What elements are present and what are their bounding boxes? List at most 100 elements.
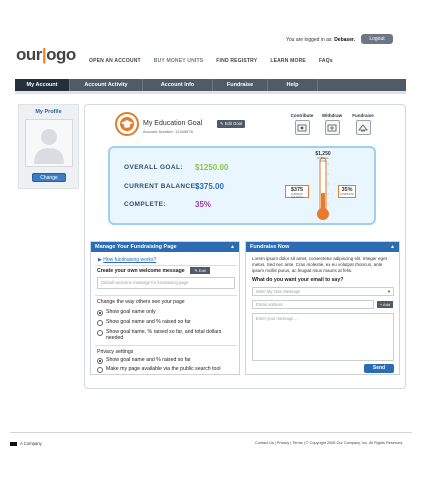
display-option-label: Show goal name only	[106, 309, 156, 315]
username: Debaser.	[334, 37, 356, 43]
divider	[95, 345, 237, 346]
edit-welcome-button[interactable]: ✎ Edit	[190, 267, 210, 274]
nav-underline	[15, 91, 406, 94]
tab-account-info[interactable]: Account Info	[143, 79, 213, 91]
display-option-goal-only[interactable]: Show goal name only	[97, 309, 237, 316]
topnav-learn-more[interactable]: LEARN MORE	[270, 58, 306, 64]
contribute-icon	[297, 124, 307, 131]
avatar	[25, 119, 73, 167]
company-name: A Company	[20, 441, 42, 446]
email-question: What do you want your email to say?	[252, 277, 344, 283]
thermometer-balance-caption: CURRENT BALANCE	[290, 193, 304, 199]
withdraw-label: Withdraw	[321, 113, 343, 118]
goal-title: My Education Goal	[143, 120, 203, 127]
display-heading: Change the way others see your page	[97, 299, 185, 305]
edit-goal-button[interactable]: ✎ Edit Goal	[217, 120, 245, 128]
current-balance-value: $375.00	[195, 182, 224, 191]
main-nav: My Account Account Activity Account Info…	[15, 79, 406, 91]
chevron-down-icon: ▼	[386, 289, 391, 294]
privacy-option-public-search[interactable]: Make my page available via the public se…	[97, 366, 237, 373]
current-balance-label: CURRENT BALANCE:	[124, 183, 198, 190]
tab-help[interactable]: Help	[268, 79, 318, 91]
thermometer-percent-caption: COMPLETE	[340, 193, 354, 196]
fundraise-now-panel: Fundraise Now ▲ Lorem ipsum dolor sit am…	[245, 241, 400, 375]
display-option-goal-percent-total[interactable]: Show goal name, % raised so far, and tot…	[97, 329, 237, 341]
fundraise-description: Lorem ipsum dolor sit amet, consectetur …	[252, 256, 387, 273]
withdraw-icon	[327, 124, 337, 131]
profile-sidebar: My Profile Change	[18, 104, 79, 189]
overall-goal-value: $1250.00	[195, 163, 229, 172]
fundraise-action[interactable]: Fundraise	[351, 113, 375, 135]
divider	[95, 265, 237, 266]
thermometer-goal-caption: OVERALL GOAL	[317, 157, 329, 163]
radio[interactable]	[97, 366, 103, 373]
add-email-button[interactable]: + Add	[377, 301, 393, 308]
footer-divider	[10, 432, 412, 433]
message-template-select[interactable]: Write My Own Message ▼	[252, 287, 394, 296]
login-status: You are logged in as: Debaser.	[286, 37, 355, 43]
account-number: Account Number: 12345678	[143, 129, 193, 134]
manage-panel-header[interactable]: Manage Your Fundraising Page ▲	[91, 242, 239, 252]
tab-my-account[interactable]: My Account	[15, 79, 70, 91]
fundraise-panel-header[interactable]: Fundraise Now ▲	[246, 242, 399, 252]
tab-fundraise[interactable]: Fundraise	[213, 79, 268, 91]
profile-title: My Profile	[35, 109, 62, 115]
select-value: Write My Own Message	[256, 289, 301, 294]
goal-icon-badge	[115, 112, 139, 136]
topnav-find-registry[interactable]: FIND REGISTRY	[216, 58, 257, 64]
logo-text-part2: ogo	[46, 45, 76, 64]
login-prefix: You are logged in as:	[286, 37, 333, 43]
manage-fundraising-panel: Manage Your Fundraising Page ▲ ▶ How fun…	[90, 241, 240, 375]
radio-selected[interactable]	[97, 309, 103, 316]
privacy-heading: Privacy settings	[97, 349, 134, 355]
privacy-option-goal-percent[interactable]: Show goal name and % raised so far	[97, 357, 237, 364]
logout-button[interactable]: Logout	[361, 34, 393, 44]
change-photo-button[interactable]: Change	[32, 173, 66, 182]
fundraise-panel-title: Fundraise Now	[250, 244, 290, 250]
welcome-message-field[interactable]: Default welcome message for fundraising …	[97, 277, 235, 289]
add-email-label: Add	[383, 302, 391, 307]
logo[interactable]: our|ogo	[16, 45, 76, 65]
send-button[interactable]: Send	[364, 364, 394, 373]
display-option-label: Show goal name and % raised so far	[106, 319, 191, 325]
footer-company: A Company	[10, 441, 42, 446]
complete-label: COMPLETE:	[124, 201, 166, 208]
top-nav: OPEN AN ACCOUNT BUY MONEY UNITS FIND REG…	[89, 58, 346, 64]
complete-value: 35%	[195, 200, 212, 209]
radio-selected[interactable]	[97, 357, 103, 364]
email-address-field[interactable]: Email Address	[252, 300, 374, 309]
collapse-icon[interactable]: ▲	[230, 242, 235, 252]
thermometer-percent-box: 35% COMPLETE	[338, 185, 356, 198]
privacy-option-label: Show goal name and % raised so far	[106, 357, 191, 363]
fundraise-icon	[358, 123, 368, 131]
how-fundraising-works-link[interactable]: ▶ How fundraising works?	[98, 257, 156, 263]
topnav-faqs[interactable]: FAQs	[319, 58, 333, 64]
thermometer-balance-box: $375 CURRENT BALANCE	[285, 185, 309, 199]
thermometer-goal-label: $1,250 OVERALL GOAL	[314, 151, 332, 163]
edit-goal-label: Edit Goal	[224, 121, 242, 126]
graduation-cap-icon	[121, 120, 133, 128]
tab-account-activity[interactable]: Account Activity	[70, 79, 143, 91]
message-textarea[interactable]: Enter your message...	[252, 313, 394, 361]
contribute-action[interactable]: Contribute	[290, 113, 314, 135]
privacy-option-label: Make my page available via the public se…	[106, 366, 221, 372]
topnav-buy-money-units[interactable]: BUY MONEY UNITS	[154, 58, 204, 64]
logo-text-part1: our	[16, 45, 42, 64]
topnav-open-account[interactable]: OPEN AN ACCOUNT	[89, 58, 141, 64]
how-fundraising-works-text: How fundraising works?	[103, 257, 157, 263]
edit-welcome-label: Edit	[198, 268, 206, 273]
manage-panel-title: Manage Your Fundraising Page	[95, 244, 177, 250]
display-option-goal-percent[interactable]: Show goal name and % raised so far	[97, 319, 237, 326]
footer-links[interactable]: Contact Us | Privacy | Terms | © Copyrig…	[255, 441, 403, 445]
divider	[95, 295, 237, 296]
radio[interactable]	[97, 319, 103, 326]
withdraw-action[interactable]: Withdraw	[320, 113, 344, 135]
display-option-label: Show goal name, % raised so far, and tot…	[106, 329, 222, 341]
contribute-label: Contribute	[290, 113, 314, 118]
radio[interactable]	[97, 329, 103, 336]
welcome-heading: Create your own welcome message	[97, 268, 185, 274]
user-silhouette-icon	[26, 120, 72, 166]
fundraise-label: Fundraise	[352, 113, 374, 118]
overall-goal-label: OVERALL GOAL:	[124, 164, 183, 171]
collapse-icon[interactable]: ▲	[390, 242, 395, 252]
